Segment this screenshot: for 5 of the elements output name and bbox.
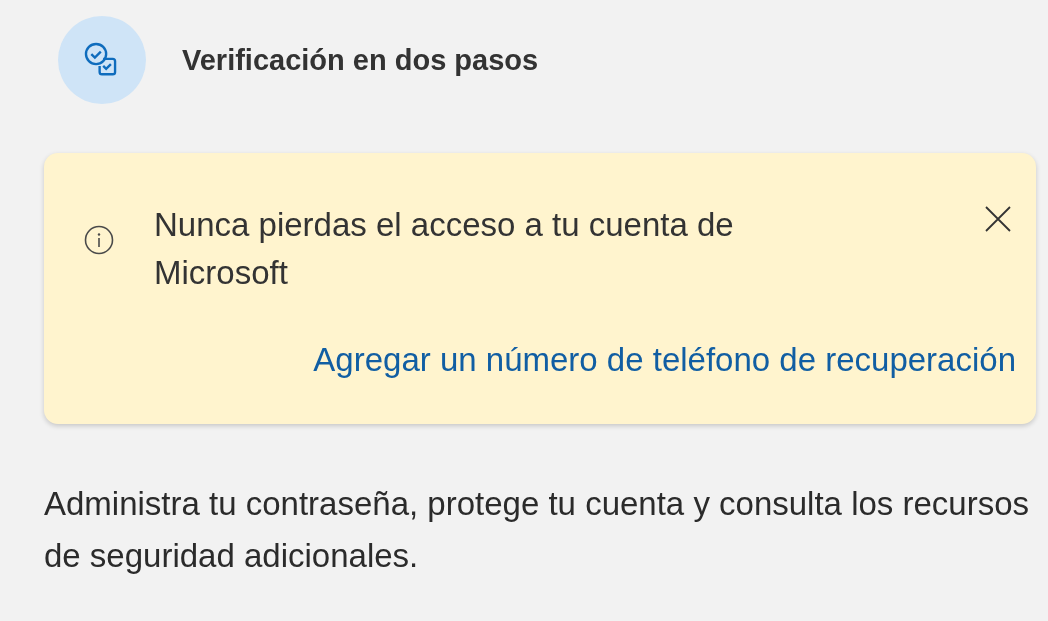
section-title: Verificación en dos pasos	[182, 43, 539, 77]
description-text: Administra tu contraseña, protege tu cuenta y consulta los recursos de seguridad adicionales.	[44, 484, 1031, 576]
info-icon	[84, 225, 114, 255]
notice-message: Nunca pierdas el acceso a tu cuenta de Microsoft	[154, 205, 735, 293]
recovery-phone-link[interactable]: Agregar un número de teléfono de recuperación	[313, 341, 1016, 379]
